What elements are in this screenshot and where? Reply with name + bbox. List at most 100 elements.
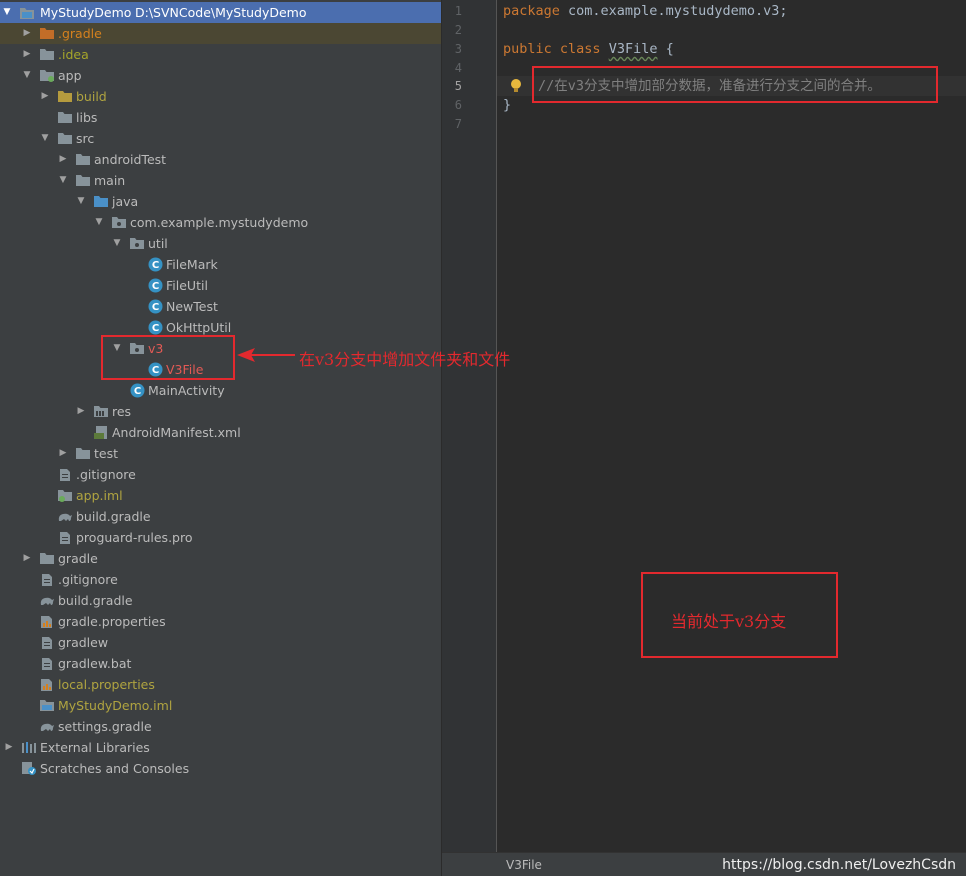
collapsed-arrow-icon[interactable]: ▶ [21,548,33,569]
svg-text:C: C [151,323,158,334]
code-editor[interactable]: 1 2 3 4 5 6 7 package com.example.mystud… [442,0,966,852]
code-line-6[interactable]: } [503,96,511,115]
package-name: com.example.mystudydemo.v3; [559,3,788,19]
project-tree-panel[interactable]: ▼ MyStudyDemo D:\SVNCode\MyStudyDemo ▶ .… [0,0,442,876]
tree-label: gradlew [58,635,109,650]
java-class-icon: C [147,275,163,296]
gradle-elephant-icon [57,506,73,527]
tree-row-src[interactable]: ▼ src [0,128,441,149]
tree-row-idea[interactable]: ▶ .idea [0,44,441,65]
tree-label: gradlew.bat [58,656,132,671]
code-line-3[interactable]: public class V3File { [503,40,674,59]
status-bar: V3File https://blog.csdn.net/LovezhCsdn [442,852,966,876]
line-number: 1 [454,4,462,18]
keyword: public [503,41,552,57]
folder-icon [39,23,55,44]
tree-row-app-build-gradle[interactable]: build.gradle [0,506,441,527]
svg-text:C: C [133,386,140,397]
tree-label: .idea [58,47,89,62]
text-file-icon [57,464,73,485]
tree-label: test [94,446,119,461]
collapsed-arrow-icon[interactable]: ▶ [3,737,15,758]
collapsed-arrow-icon[interactable]: ▶ [21,23,33,44]
tree-row-newtest[interactable]: C NewTest [0,296,441,317]
tree-row-test[interactable]: ▶ test [0,443,441,464]
tree-row-dot-gradle[interactable]: ▶ .gradle [0,23,441,44]
tree-row-libs[interactable]: libs [0,107,441,128]
expanded-arrow-icon[interactable]: ▼ [21,65,33,86]
project-module-icon [19,2,35,23]
tree-row-project-iml[interactable]: MyStudyDemo.iml [0,695,441,716]
java-class-icon: C [129,380,145,401]
scratches-icon [21,758,37,779]
collapsed-arrow-icon[interactable]: ▶ [39,86,51,107]
tree-row-gradle-properties[interactable]: gradle.properties [0,611,441,632]
tree-row-build[interactable]: ▶ build [0,86,441,107]
tree-row-main[interactable]: ▼ main [0,170,441,191]
expanded-arrow-icon[interactable]: ▼ [93,212,105,233]
svg-text:C: C [151,260,158,271]
line-number-current: 5 [454,79,462,93]
line-number: 2 [454,23,462,37]
tree-row-root-build-gradle[interactable]: build.gradle [0,590,441,611]
tree-label: .gradle [58,26,102,41]
expanded-arrow-icon[interactable]: ▼ [111,233,123,254]
expanded-arrow-icon[interactable]: ▼ [57,170,69,191]
collapsed-arrow-icon[interactable]: ▶ [21,44,33,65]
tree-row-res[interactable]: ▶ res [0,401,441,422]
expanded-arrow-icon[interactable]: ▼ [75,191,87,212]
breadcrumb-file[interactable]: V3File [506,853,542,876]
line-number: 6 [454,98,462,112]
source-folder-icon [93,191,109,212]
text-file-icon [57,527,73,548]
tree-row-external-libraries[interactable]: ▶ External Libraries [0,737,441,758]
line-number: 4 [454,61,462,75]
tree-row-app[interactable]: ▼ app [0,65,441,86]
java-class-icon: C [147,254,163,275]
tree-row-package-root[interactable]: ▼ com.example.mystudydemo [0,212,441,233]
tree-label: src [76,131,95,146]
tree-row-settings-gradle[interactable]: settings.gradle [0,716,441,737]
watermark: https://blog.csdn.net/LovezhCsdn [722,857,956,873]
tree-row-gradle-folder[interactable]: ▶ gradle [0,548,441,569]
collapsed-arrow-icon[interactable]: ▶ [75,401,87,422]
project-path: D:\SVNCode\MyStudyDemo [135,5,307,20]
expanded-arrow-icon[interactable]: ▼ [39,128,51,149]
tree-label: androidTest [94,152,167,167]
lightbulb-icon[interactable] [510,76,524,96]
tree-row-androidtest[interactable]: ▶ androidTest [0,149,441,170]
module-file-icon [39,695,55,716]
tree-row-proguard[interactable]: proguard-rules.pro [0,527,441,548]
java-class-icon: C [147,296,163,317]
tree-row-gradlew-bat[interactable]: gradlew.bat [0,653,441,674]
tree-row-root[interactable]: ▼ MyStudyDemo D:\SVNCode\MyStudyDemo [0,2,441,23]
tree-row-fileutil[interactable]: C FileUtil [0,275,441,296]
tree-label: main [94,173,126,188]
tree-label: libs [76,110,98,125]
collapsed-arrow-icon[interactable]: ▶ [57,443,69,464]
tree-row-app-iml[interactable]: app.iml [0,485,441,506]
tree-row-util[interactable]: ▼ util [0,233,441,254]
tree-row-mainactivity[interactable]: C MainActivity [0,380,441,401]
tree-row-local-properties[interactable]: local.properties [0,674,441,695]
expanded-arrow-icon[interactable]: ▼ [1,2,13,23]
collapsed-arrow-icon[interactable]: ▶ [57,149,69,170]
tree-row-gradlew[interactable]: gradlew [0,632,441,653]
gradle-elephant-icon [39,590,55,611]
tree-row-manifest[interactable]: AndroidManifest.xml [0,422,441,443]
tree-label: com.example.mystudydemo [130,215,309,230]
tree-row-scratches[interactable]: Scratches and Consoles [0,758,441,779]
tree-row-app-gitignore[interactable]: .gitignore [0,464,441,485]
text-file-icon [39,653,55,674]
module-folder-icon [39,65,55,86]
annotation-branch-note: 当前处于v3分支 [671,612,787,631]
tree-label: FileUtil [166,278,208,293]
annotation-box-v3-folder [101,335,235,380]
tree-row-java[interactable]: ▼ java [0,191,441,212]
tree-row-filemark[interactable]: C FileMark [0,254,441,275]
tree-row-root-gitignore[interactable]: .gitignore [0,569,441,590]
annotation-arrow-icon [237,348,295,362]
code-line-1[interactable]: package com.example.mystudydemo.v3; [503,2,787,21]
tree-label: app [58,68,82,83]
package-icon [129,233,145,254]
